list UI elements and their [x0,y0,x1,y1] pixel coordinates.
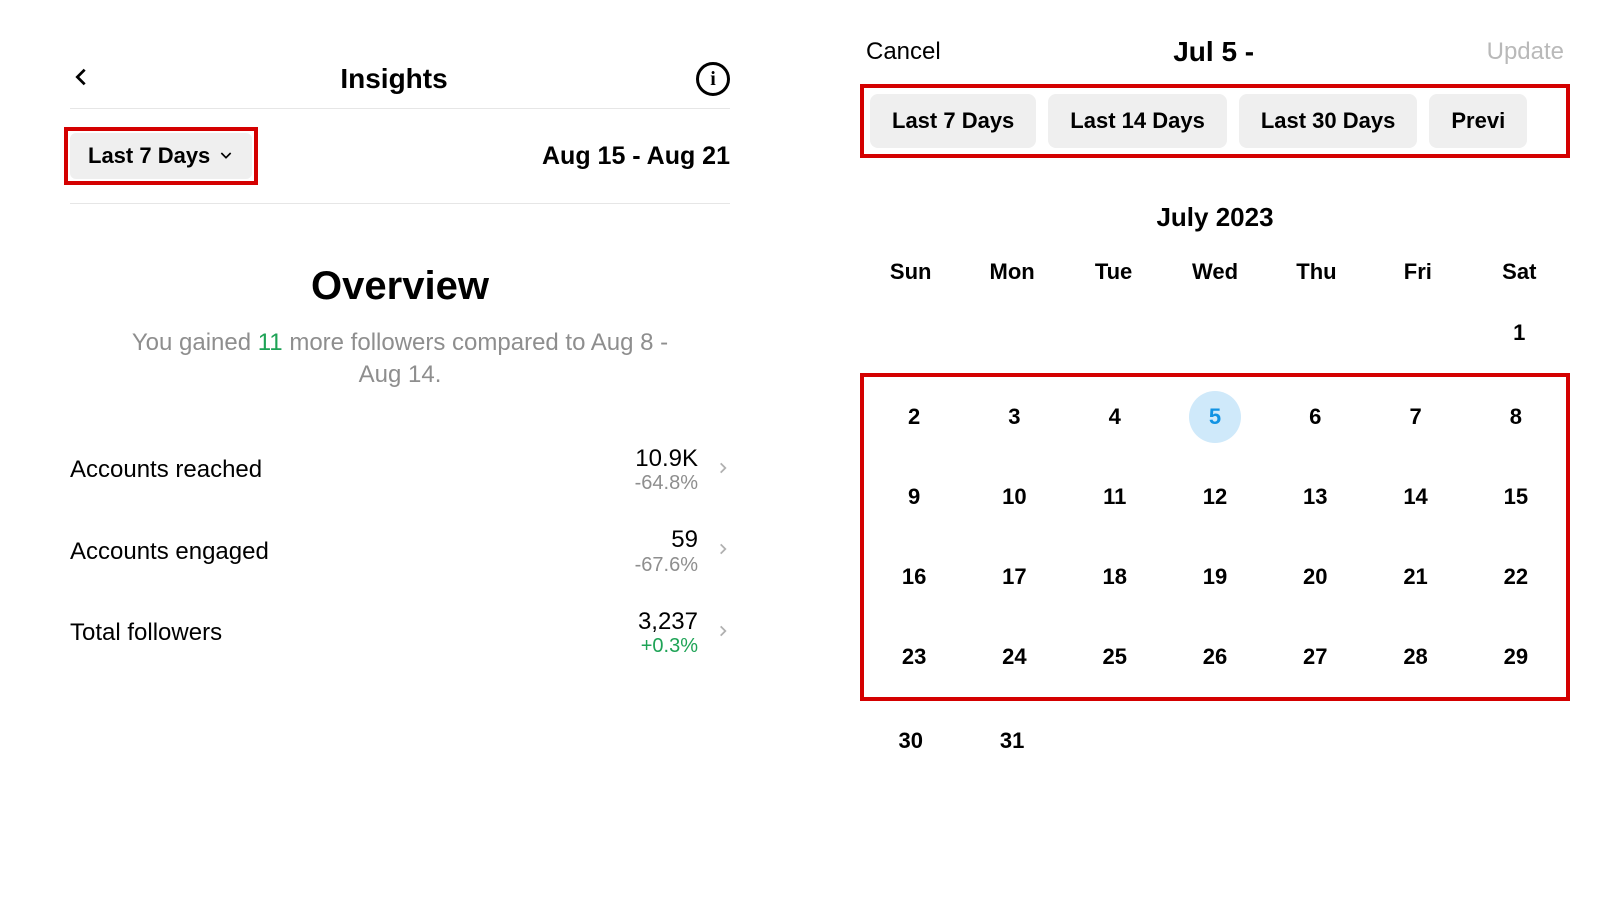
preset-range-row[interactable]: Last 7 DaysLast 14 DaysLast 30 DaysPrevi [860,84,1570,158]
calendar-empty [1164,293,1265,373]
insights-topbar: Insights i [70,46,730,109]
cancel-button[interactable]: Cancel [866,38,941,66]
calendar-grid: 1234567891011121314151617181920212223242… [860,293,1570,781]
page-title: Insights [340,63,447,95]
calendar-week: 1 [860,293,1570,373]
calendar-day[interactable]: 11 [1065,457,1165,537]
calendar-day[interactable]: 9 [864,457,964,537]
dow-label: Tue [1063,247,1164,293]
calendar-day[interactable]: 17 [964,537,1064,617]
metric-delta: -67.6% [635,554,698,577]
metrics-list: Accounts reached 10.9K -64.8% Accounts e… [70,432,730,676]
overview-title: Overview [70,264,730,309]
back-icon[interactable] [70,66,92,93]
calendar-day[interactable]: 5 [1165,377,1265,457]
calendar-day[interactable]: 19 [1165,537,1265,617]
dow-label: Sat [1469,247,1570,293]
calendar-day[interactable]: 14 [1365,457,1465,537]
calendar-day[interactable]: 4 [1065,377,1165,457]
dow-label: Thu [1266,247,1367,293]
calendar-empty [961,293,1062,373]
selected-range-title: Jul 5 - [1173,36,1254,68]
calendar-empty [1469,701,1570,781]
insights-panel: Insights i Last 7 Days Aug 15 - Aug 21 O… [0,0,800,900]
datepicker-panel: Cancel Jul 5 - Update Last 7 DaysLast 14… [800,0,1600,900]
metric-label: Total followers [70,619,222,647]
day-of-week-header: SunMonTueWedThuFriSat [860,247,1570,293]
calendar-day[interactable]: 16 [864,537,964,617]
calendar-day[interactable]: 12 [1165,457,1265,537]
preset-range-pill[interactable]: Previ [1429,94,1527,148]
chevron-right-icon [716,458,730,483]
update-button[interactable]: Update [1487,38,1564,66]
calendar-day[interactable]: 27 [1265,617,1365,697]
calendar-day[interactable]: 15 [1466,457,1566,537]
calendar-day[interactable]: 7 [1365,377,1465,457]
dow-label: Sun [860,247,961,293]
calendar-day[interactable]: 10 [964,457,1064,537]
calendar-empty [1063,293,1164,373]
calendar-day[interactable]: 6 [1265,377,1365,457]
metric-delta: -64.8% [635,472,698,495]
metric-delta: +0.3% [638,635,698,658]
calendar-empty [1367,293,1468,373]
metric-value: 10.9K [635,446,698,472]
metric-row[interactable]: Accounts engaged 59 -67.6% [70,513,730,594]
calendar-day[interactable]: 22 [1466,537,1566,617]
metric-row[interactable]: Total followers 3,237 +0.3% [70,595,730,676]
calendar-day[interactable]: 2 [864,377,964,457]
calendar-empty [1266,293,1367,373]
dow-label: Wed [1164,247,1265,293]
calendar-empty [1266,701,1367,781]
calendar-empty [1367,701,1468,781]
calendar-week: 3031 [860,701,1570,781]
calendar-week: 9101112131415 [860,457,1570,537]
preset-range-pill[interactable]: Last 30 Days [1239,94,1418,148]
calendar-day[interactable]: 20 [1265,537,1365,617]
date-range-button[interactable]: Last 7 Days [70,133,252,179]
calendar-day[interactable]: 29 [1466,617,1566,697]
calendar-day[interactable]: 8 [1466,377,1566,457]
chevron-down-icon [218,143,234,169]
preset-range-pill[interactable]: Last 14 Days [1048,94,1227,148]
dow-label: Mon [961,247,1062,293]
calendar-empty [860,293,961,373]
calendar-empty [1164,701,1265,781]
metric-value: 3,237 [638,609,698,635]
info-icon[interactable]: i [696,62,730,96]
metric-label: Accounts reached [70,456,262,484]
calendar-day[interactable]: 1 [1469,293,1570,373]
metric-label: Accounts engaged [70,538,269,566]
dow-label: Fri [1367,247,1468,293]
calendar-day[interactable]: 31 [961,701,1062,781]
chevron-right-icon [716,621,730,646]
month-title: July 2023 [860,202,1570,233]
datepicker-header: Cancel Jul 5 - Update [860,0,1570,80]
calendar-day[interactable]: 24 [964,617,1064,697]
date-range-label: Last 7 Days [88,143,210,169]
overview-subtitle: You gained 11 more followers compared to… [130,327,670,392]
selected-date-range: Aug 15 - Aug 21 [542,142,730,171]
calendar-day[interactable]: 18 [1065,537,1165,617]
metric-value: 59 [635,527,698,553]
calendar-day[interactable]: 13 [1265,457,1365,537]
preset-range-pill[interactable]: Last 7 Days [870,94,1036,148]
calendar-day[interactable]: 3 [964,377,1064,457]
metric-row[interactable]: Accounts reached 10.9K -64.8% [70,432,730,513]
calendar-day[interactable]: 21 [1365,537,1465,617]
range-highlight: Last 7 Days [64,127,258,185]
calendar-empty [1063,701,1164,781]
range-row: Last 7 Days Aug 15 - Aug 21 [70,109,730,204]
calendar-day[interactable]: 30 [860,701,961,781]
calendar-day[interactable]: 28 [1365,617,1465,697]
calendar-day[interactable]: 25 [1065,617,1165,697]
calendar-day[interactable]: 23 [864,617,964,697]
calendar-week: 23242526272829 [860,617,1570,701]
chevron-right-icon [716,539,730,564]
calendar-week: 2345678 [860,373,1570,457]
calendar-week: 16171819202122 [860,537,1570,617]
calendar-day[interactable]: 26 [1165,617,1265,697]
